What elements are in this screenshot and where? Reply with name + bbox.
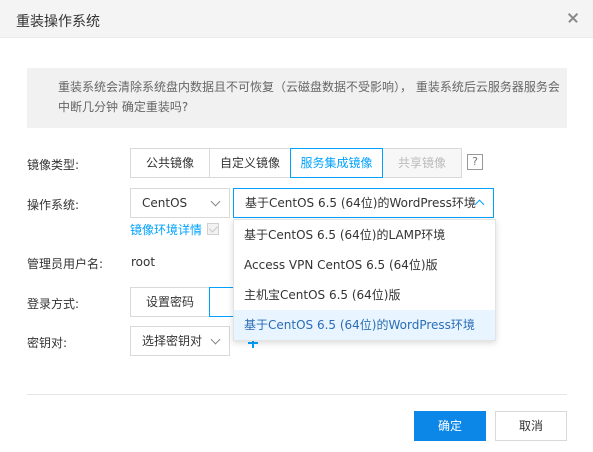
os-image-value: 基于CentOS 6.5 (64位)的WordPress环境 [245,196,476,210]
chevron-down-icon [210,334,221,345]
os-image-select[interactable]: 基于CentOS 6.5 (64位)的WordPress环境 [233,188,494,218]
dialog-header: 重装操作系统 [0,0,593,38]
image-type-custom[interactable]: 自定义镜像 [209,148,291,178]
image-type-label: 镜像类型: [27,158,80,172]
os-image-dropdown: 基于CentOS 6.5 (64位)的LAMP环境 Access VPN Cen… [233,219,496,341]
dropdown-item-selected[interactable]: 基于CentOS 6.5 (64位)的WordPress环境 [234,310,495,340]
image-type-public[interactable]: 公共镜像 [130,148,210,178]
chevron-up-icon [474,199,485,210]
keypair-select-value: 选择密钥对 [142,334,203,348]
cancel-button[interactable]: 取消 [495,411,567,441]
dropdown-item[interactable]: 主机宝CentOS 6.5 (64位)版 [234,280,495,310]
chevron-down-icon [210,196,221,207]
confirm-button[interactable]: 确定 [414,411,486,441]
close-icon[interactable] [565,10,581,26]
os-distro-select[interactable]: CentOS [130,188,230,218]
warning-notice: 重装系统会清除系统盘内数据且不可恢复（云磁盘数据不受影响）， 重装系统后云服务器… [27,68,567,128]
image-type-shared: 共享镜像 [382,148,462,178]
keypair-label: 密钥对: [27,336,68,350]
os-distro-value: CentOS [142,196,188,210]
image-type-integrated[interactable]: 服务集成镜像 [290,148,383,178]
admin-username-label: 管理员用户名: [27,257,104,271]
admin-username-value: root [131,255,156,269]
login-set-password[interactable]: 设置密码 [130,287,210,317]
image-detail-link[interactable]: 镜像环境详情 [130,221,202,238]
checkmark-icon [207,223,219,235]
os-label: 操作系统: [27,198,80,212]
login-method-label: 登录方式: [27,297,80,311]
keypair-select[interactable]: 选择密钥对 [130,326,230,356]
footer-divider [27,394,567,395]
dropdown-item[interactable]: 基于CentOS 6.5 (64位)的LAMP环境 [234,220,495,250]
help-icon[interactable]: ? [467,154,483,170]
dialog-title: 重装操作系统 [16,14,100,30]
dropdown-item[interactable]: Access VPN CentOS 6.5 (64位)版 [234,250,495,280]
